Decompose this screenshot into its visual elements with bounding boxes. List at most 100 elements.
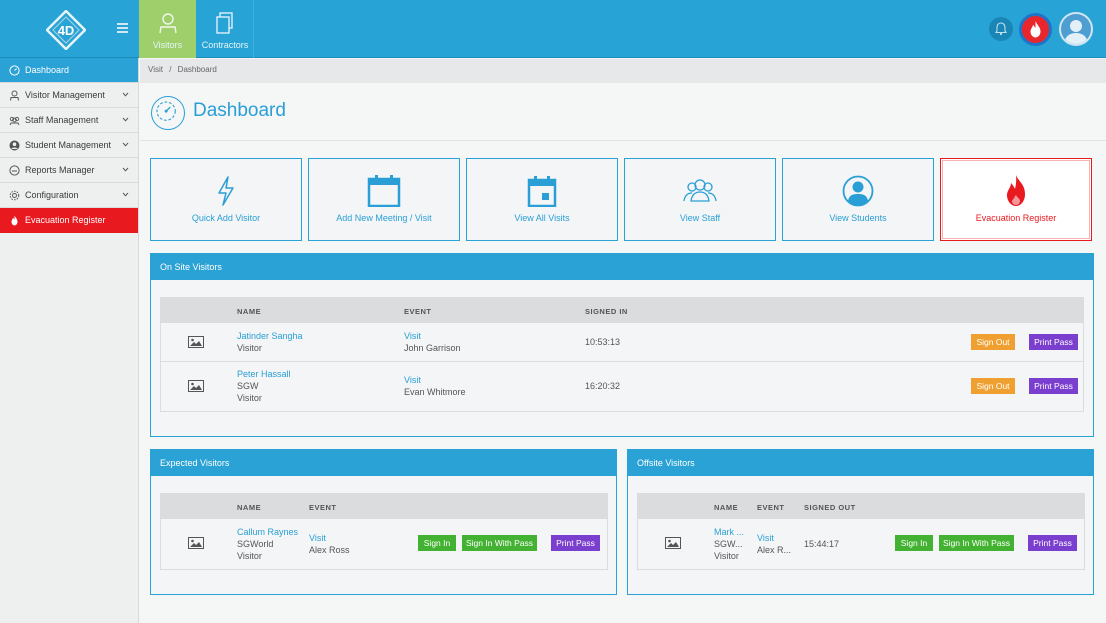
print-pass-button[interactable]: Print Pass <box>1028 535 1077 551</box>
sign-in-button[interactable]: Sign In <box>418 535 456 551</box>
table-row: Peter Hassall SGW Visitor Visit Evan Whi… <box>161 362 1083 412</box>
user-circle-icon <box>842 175 874 207</box>
visitor-name-link[interactable]: Peter Hassall <box>237 368 291 380</box>
tile-quick-add-visitor[interactable]: Quick Add Visitor <box>150 158 302 241</box>
offsite-visitors-panel: Offsite Visitors NAME EVENT SIGNED OUT M… <box>627 449 1094 595</box>
sidebar-item-label: Evacuation Register <box>25 215 106 225</box>
top-header: 4D Visitors Contractors <box>0 0 1106 58</box>
sidebar-item-evacuation-register[interactable]: Evacuation Register <box>0 208 138 233</box>
gear-icon <box>9 190 20 201</box>
column-header: SIGNED IN <box>585 307 628 316</box>
tile-label: View Students <box>829 213 887 223</box>
column-header: NAME <box>237 307 262 316</box>
sidebar-item-staff-management[interactable]: Staff Management <box>0 108 138 133</box>
onsite-visitors-table: NAME EVENT SIGNED IN Jatinder Sangha Vis… <box>160 297 1084 412</box>
evacuation-alert-button[interactable] <box>1019 13 1052 46</box>
print-pass-button[interactable]: Print Pass <box>1029 378 1078 394</box>
tile-view-all-visits[interactable]: View All Visits <box>466 158 618 241</box>
signed-out-time: 15:44:17 <box>804 539 840 549</box>
sidebar-item-configuration[interactable]: Configuration <box>0 183 138 208</box>
calendar-icon <box>367 175 401 207</box>
app-logo[interactable]: 4D <box>46 10 86 50</box>
sidebar-item-reports-manager[interactable]: Reports Manager <box>0 158 138 183</box>
sidebar-item-dashboard[interactable]: Dashboard <box>0 58 138 83</box>
panel-title: Expected Visitors <box>151 450 616 476</box>
breadcrumb: Visit / Dashboard <box>140 59 1106 83</box>
sign-out-button[interactable]: Sign Out <box>971 334 1015 350</box>
breadcrumb-separator: / <box>169 65 172 74</box>
visitor-type: Visitor <box>237 551 262 561</box>
sidebar-item-visitor-management[interactable]: Visitor Management <box>0 83 138 108</box>
table-row: Jatinder Sangha Visitor Visit John Garri… <box>161 323 1083 362</box>
sidebar-item-label: Student Management <box>25 140 112 150</box>
student-icon <box>9 140 20 151</box>
fire-icon <box>11 215 18 226</box>
sign-in-with-pass-button[interactable]: Sign In With Pass <box>462 535 537 551</box>
tile-view-staff[interactable]: View Staff <box>624 158 776 241</box>
breadcrumb-item-visit[interactable]: Visit <box>148 65 163 74</box>
document-icon <box>216 12 233 34</box>
topnav-visitors-label: Visitors <box>152 40 183 50</box>
print-pass-button[interactable]: Print Pass <box>1029 334 1078 350</box>
column-header: SIGNED OUT <box>804 503 856 512</box>
user-avatar[interactable] <box>1059 12 1093 46</box>
sign-in-with-pass-button[interactable]: Sign In With Pass <box>939 535 1014 551</box>
topnav-contractors[interactable]: Contractors <box>197 0 254 58</box>
notifications-button[interactable] <box>989 17 1013 41</box>
sidebar-item-label: Staff Management <box>25 115 99 125</box>
table-header: NAME EVENT SIGNED OUT <box>638 494 1084 519</box>
panel-title: Offsite Visitors <box>628 450 1093 476</box>
fire-icon <box>1030 21 1041 38</box>
sidebar-item-student-management[interactable]: Student Management <box>0 133 138 158</box>
tile-label: Quick Add Visitor <box>191 213 261 223</box>
column-header: EVENT <box>404 307 432 316</box>
sidebar-item-label: Reports Manager <box>25 165 95 175</box>
chevron-down-icon <box>122 142 129 147</box>
tile-label: Add New Meeting / Visit <box>336 213 432 223</box>
tile-label: View All Visits <box>514 213 570 223</box>
tile-view-students[interactable]: View Students <box>782 158 934 241</box>
event-link[interactable]: Visit <box>757 532 774 544</box>
column-header: EVENT <box>757 503 785 512</box>
column-header: NAME <box>714 503 739 512</box>
event-link[interactable]: Visit <box>309 532 326 544</box>
tile-label: View Staff <box>679 213 721 223</box>
host-name: John Garrison <box>404 343 461 353</box>
visitor-name-link[interactable]: Jatinder Sangha <box>237 330 303 342</box>
svg-text:4D: 4D <box>58 23 75 38</box>
visitor-type: Visitor <box>714 551 739 561</box>
bell-icon <box>994 22 1008 36</box>
image-placeholder-icon <box>188 336 204 348</box>
sidebar-item-label: Configuration <box>25 190 79 200</box>
visitor-type: Visitor <box>237 393 262 403</box>
sidebar-item-label: Visitor Management <box>25 90 105 100</box>
panel-title: On Site Visitors <box>151 254 1093 280</box>
menu-toggle-icon[interactable] <box>117 23 128 33</box>
sign-out-button[interactable]: Sign Out <box>971 378 1015 394</box>
tile-add-new-meeting[interactable]: Add New Meeting / Visit <box>308 158 460 241</box>
table-row: Callum Raynes SGWorld Visitor Visit Alex… <box>161 519 607 569</box>
topnav-visitors[interactable]: Visitors <box>139 0 196 58</box>
chevron-down-icon <box>122 167 129 172</box>
signed-in-time: 10:53:13 <box>585 337 621 347</box>
host-name: Evan Whitmore <box>404 387 466 397</box>
people-icon <box>683 179 717 202</box>
tile-evacuation-register[interactable]: Evacuation Register <box>940 158 1092 241</box>
table-header: NAME EVENT <box>161 494 607 519</box>
calendar-day-icon <box>527 176 557 207</box>
column-header: NAME <box>237 503 262 512</box>
image-placeholder-icon <box>188 380 204 392</box>
breadcrumb-item-dashboard: Dashboard <box>177 65 217 74</box>
print-pass-button[interactable]: Print Pass <box>551 535 600 551</box>
page-title: Dashboard <box>193 100 286 121</box>
sign-in-button[interactable]: Sign In <box>895 535 933 551</box>
visitor-type: Visitor <box>237 343 262 353</box>
user-icon <box>1064 20 1088 44</box>
visitor-name-link[interactable]: Callum Raynes <box>237 526 298 538</box>
event-link[interactable]: Visit <box>404 330 421 342</box>
sidebar: Dashboard Visitor Management Staff Manag… <box>0 58 139 623</box>
visitor-name-link[interactable]: Mark ... <box>714 526 744 538</box>
visitor-company: SGWorld <box>237 539 274 549</box>
fire-icon <box>1007 175 1025 206</box>
event-link[interactable]: Visit <box>404 374 421 386</box>
